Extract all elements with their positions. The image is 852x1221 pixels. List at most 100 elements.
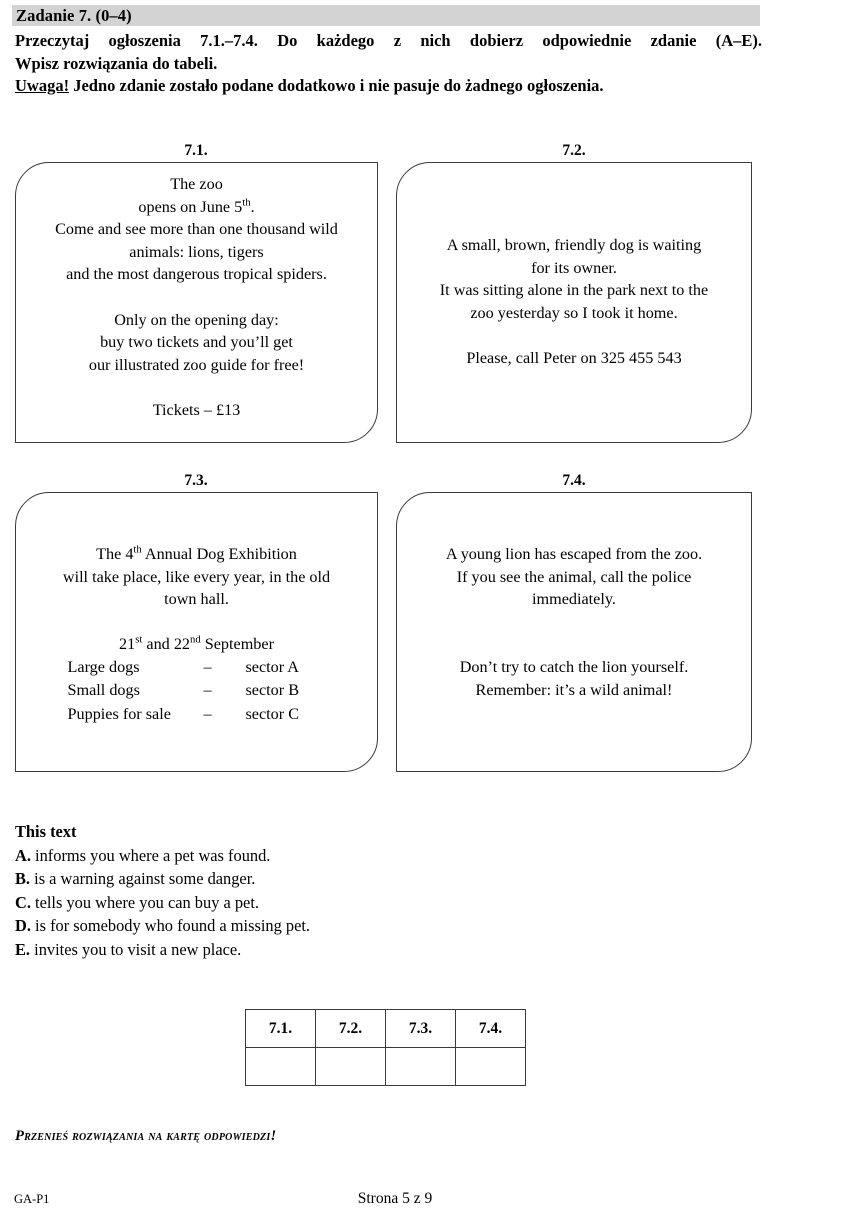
notice-7-3-line-1: The 4th Annual Dog Exhibition — [24, 543, 369, 566]
notice-7-4-line-2: If you see the animal, call the police — [456, 567, 692, 586]
instruction-note: Uwaga! Jedno zdanie zostało podane dodat… — [15, 75, 762, 98]
notice-7-4-line-4: Don’t try to catch the lion yourself. — [459, 657, 689, 676]
exam-page: Zadanie 7. (0–4) Przeczytaj ogłoszenia 7… — [0, 0, 852, 1221]
answer-cell-7-3[interactable] — [385, 1047, 456, 1086]
option-e: E. invites you to visit a new place. — [15, 938, 615, 962]
notice-label-7-4: 7.4. — [562, 472, 586, 489]
notice-label-7-1: 7.1. — [184, 142, 208, 159]
notice-7-4-line-3: immediately. — [532, 590, 616, 609]
notice-7-1-line-2: opens on June 5th. — [24, 196, 369, 219]
notice-7-3-line-1-lead: The 4 — [96, 545, 134, 563]
notice-7-2-line-2: for its owner. — [531, 258, 617, 277]
answer-cell-7-4[interactable] — [455, 1047, 526, 1086]
notice-body-7-3: The 4th Annual Dog Exhibition will take … — [16, 543, 377, 726]
option-text: invites you to visit a new place. — [34, 939, 242, 959]
notice-7-1-line-7: buy two tickets and you’ll get — [100, 333, 293, 352]
answer-cell-7-2[interactable] — [315, 1047, 386, 1086]
answer-cell-7-1[interactable] — [245, 1047, 316, 1086]
notice-body-7-1: The zoo opens on June 5th. Come and see … — [16, 173, 377, 422]
sector-row: Small dogs – sector B — [68, 679, 326, 703]
option-d: D. is for somebody who found a missing p… — [15, 914, 615, 938]
sector-name: Large dogs — [67, 657, 140, 676]
notice-7-2-line-3: It was sitting alone in the park next to… — [439, 281, 709, 300]
sector-dash: – — [203, 681, 212, 700]
notice-7-1-line-2-text: opens on June 5 — [138, 197, 243, 216]
sector-row: Puppies for sale – sector C — [68, 703, 326, 727]
option-c: C. tells you where you can buy a pet. — [15, 891, 615, 915]
notice-label-7-3: 7.3. — [184, 472, 208, 489]
sector-value: sector A — [245, 657, 300, 676]
instruction-line-1: Przeczytaj ogłoszenia 7.1.–7.4. Do każde… — [15, 31, 762, 50]
notice-7-2-contact: Please, call Peter on 325 455 543 — [466, 348, 682, 367]
sector-name: Puppies for sale — [67, 704, 171, 723]
sector-dash: – — [203, 657, 212, 676]
date-first: 21 — [119, 635, 136, 654]
option-b: B. is a warning against some danger. — [15, 867, 615, 891]
notice-7-3-line-1-tail: Annual Dog Exhibition — [141, 545, 297, 563]
answer-table: 7.1. 7.2. 7.3. 7.4. — [245, 1009, 526, 1086]
date-month: September — [200, 635, 274, 654]
option-letter: D. — [15, 916, 31, 935]
notice-7-1-line-2-tail: . — [250, 197, 255, 216]
note-label: Uwaga! — [15, 76, 70, 95]
notice-7-3-dates: 21st and 22nd September — [24, 633, 369, 656]
option-text: is a warning against some danger. — [34, 869, 256, 888]
task-title: Zadanie 7. (0–4) — [16, 6, 132, 25]
sector-value: sector C — [245, 704, 300, 723]
notice-7-4-line-5: Remember: it’s a wild animal! — [475, 680, 673, 699]
option-text: tells you where you can buy a pet. — [35, 892, 259, 912]
option-text: is for somebody who found a missing pet. — [35, 916, 311, 935]
notice-7-2-line-1: A small, brown, friendly dog is waiting — [446, 236, 702, 254]
notice-label-7-2: 7.2. — [562, 142, 586, 159]
notice-box-7-1: The zoo opens on June 5th. Come and see … — [15, 162, 378, 443]
notice-7-1-line-8: our illustrated zoo guide for free! — [88, 355, 305, 374]
sector-value: sector B — [245, 681, 300, 700]
notice-7-4-line-1: A young lion has escaped from the zoo. — [445, 545, 703, 563]
notice-7-1-line-4: animals: lions, tigers — [129, 242, 264, 261]
sector-list: Large dogs – sector A Small dogs – secto… — [68, 656, 326, 727]
notice-box-7-3: The 4th Annual Dog Exhibition will take … — [15, 492, 378, 772]
option-letter: A. — [15, 845, 31, 865]
option-letter: E. — [15, 939, 31, 959]
notice-7-1-price: Tickets – £13 — [152, 400, 241, 419]
option-a: A. informs you where a pet was found. — [15, 844, 615, 868]
answer-header-7-4: 7.4. — [455, 1009, 526, 1048]
option-letter: B. — [15, 869, 31, 888]
date-joiner: and — [142, 635, 174, 654]
footer-page-number: Strona 5 z 9 — [357, 1190, 433, 1207]
ordinal-suffix-th: th — [242, 196, 251, 209]
answer-options: This text A. informs you where a pet was… — [15, 820, 615, 961]
notice-box-7-2: A small, brown, friendly dog is waiting … — [396, 162, 752, 443]
notice-body-7-2: A small, brown, friendly dog is waiting … — [397, 234, 751, 370]
answer-header-7-3: 7.3. — [385, 1009, 456, 1048]
sector-name: Small dogs — [67, 681, 140, 700]
notice-box-7-4: A young lion has escaped from the zoo. I… — [396, 492, 752, 772]
ordinal-suffix-th: th — [133, 543, 142, 556]
task-instructions: Przeczytaj ogłoszenia 7.1.–7.4. Do każde… — [15, 30, 762, 98]
notice-7-1-line-6: Only on the opening day: — [114, 310, 279, 329]
date-second: 22 — [173, 635, 190, 654]
answer-header-7-2: 7.2. — [315, 1009, 386, 1048]
option-text: informs you where a pet was found. — [35, 845, 271, 865]
notice-7-3-line-3: town hall. — [164, 590, 229, 609]
sector-dash: – — [203, 704, 212, 723]
transfer-answers-note: Przenieś rozwiązania na kartę odpowiedzi… — [15, 1128, 277, 1144]
answer-table-header-row: 7.1. 7.2. 7.3. 7.4. — [245, 1009, 526, 1048]
note-text: Jedno zdanie zostało podane dodatkowo i … — [73, 76, 604, 95]
notice-7-1-line-5: and the most dangerous tropical spiders. — [66, 265, 327, 284]
sector-row: Large dogs – sector A — [68, 656, 326, 680]
notice-7-2-line-4: zoo yesterday so I took it home. — [470, 303, 678, 322]
notice-body-7-4: A young lion has escaped from the zoo. I… — [397, 543, 751, 701]
answer-header-7-1: 7.1. — [245, 1009, 316, 1048]
notice-7-3-line-2: will take place, like every year, in the… — [62, 567, 331, 586]
answer-table-input-row — [245, 1047, 526, 1086]
ordinal-suffix-nd: nd — [190, 633, 201, 646]
instruction-line-2: Wpisz rozwiązania do tabeli. — [15, 53, 218, 73]
option-letter: C. — [15, 892, 31, 912]
